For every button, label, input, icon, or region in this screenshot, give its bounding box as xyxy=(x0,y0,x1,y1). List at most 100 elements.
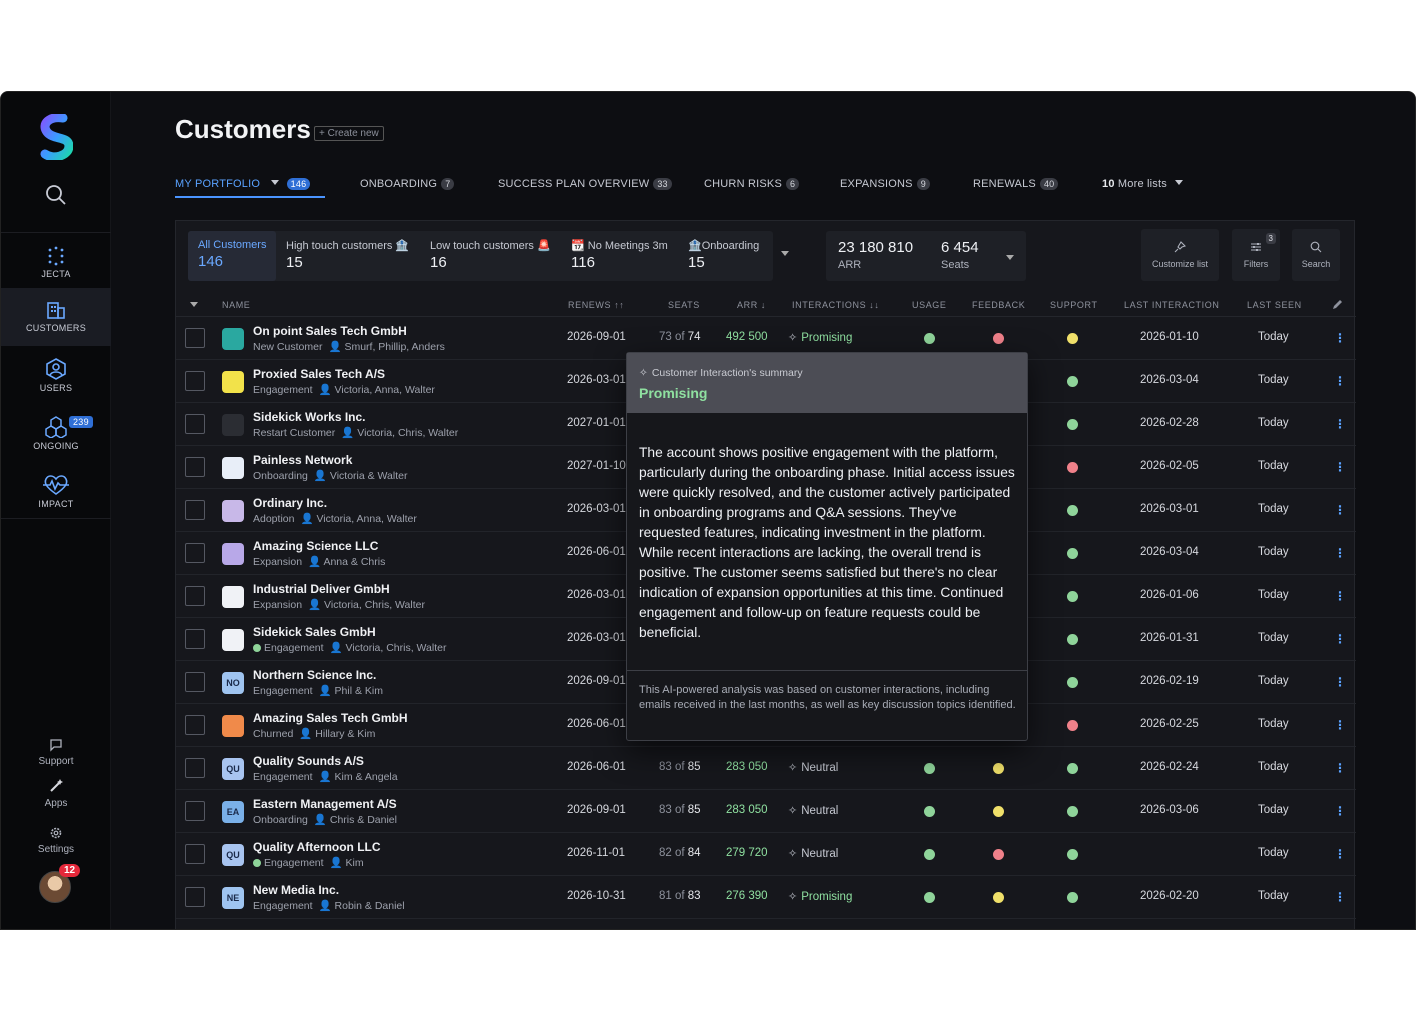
company-name[interactable]: Amazing Science LLC xyxy=(253,539,378,553)
kpi-summary[interactable]: 23 180 810 ARR 6 454 Seats xyxy=(826,231,1026,281)
tab-onboarding[interactable]: ONBOARDING 7 xyxy=(360,178,455,190)
support-status-dot xyxy=(1067,892,1078,903)
nav-impact[interactable]: IMPACT xyxy=(1,464,111,520)
company-name[interactable]: Quality Afternoon LLC xyxy=(253,840,381,854)
company-stage: New Customer xyxy=(253,341,323,353)
row-menu-icon[interactable]: ⋮ xyxy=(1334,460,1346,474)
company-name[interactable]: Sidekick Works Inc. xyxy=(253,410,366,424)
company-name[interactable]: Proxied Sales Tech A/S xyxy=(253,367,385,381)
company-name[interactable]: Quality Sounds A/S xyxy=(253,754,364,768)
search-icon[interactable] xyxy=(45,184,67,206)
interaction-status[interactable]: ✧ Neutral xyxy=(788,804,838,817)
row-menu-icon[interactable]: ⋮ xyxy=(1334,804,1346,818)
table-row[interactable]: EA Eastern Management A/S Onboarding 👤 Chri… xyxy=(176,790,1356,833)
row-menu-icon[interactable]: ⋮ xyxy=(1334,761,1346,775)
row-menu-icon[interactable]: ⋮ xyxy=(1334,546,1346,560)
column-seats[interactable]: SEATS xyxy=(668,300,700,310)
customize-list-button[interactable]: Customize list xyxy=(1141,229,1219,281)
interaction-label: Neutral xyxy=(801,848,839,860)
nav-ongoing[interactable]: ONGOING 239 xyxy=(1,406,111,462)
row-checkbox[interactable] xyxy=(185,328,205,348)
nav-jecta[interactable]: JECTA xyxy=(1,236,111,292)
segment-onboarding[interactable]: 🏦Onboarding 15 xyxy=(678,231,769,281)
create-new-button[interactable]: + Create new xyxy=(314,126,384,141)
company-name[interactable]: Industrial Deliver GmbH xyxy=(253,582,390,596)
tab-renewals[interactable]: RENEWALS 40 xyxy=(973,178,1059,190)
row-checkbox[interactable] xyxy=(185,414,205,434)
pencil-icon[interactable] xyxy=(1332,299,1343,310)
table-row[interactable]: QU Quality Sounds A/S Engagement 👤 Kim & An… xyxy=(176,747,1356,790)
row-checkbox[interactable] xyxy=(185,887,205,907)
row-checkbox[interactable] xyxy=(185,629,205,649)
nav-customers[interactable]: CUSTOMERS xyxy=(1,288,111,346)
row-checkbox[interactable] xyxy=(185,371,205,391)
app-logo-icon[interactable] xyxy=(39,114,73,160)
row-menu-icon[interactable]: ⋮ xyxy=(1334,675,1346,689)
column-last-interaction[interactable]: LAST INTERACTION xyxy=(1124,300,1219,310)
row-menu-icon[interactable]: ⋮ xyxy=(1334,718,1346,732)
filters-button[interactable]: Filters 3 xyxy=(1232,229,1280,281)
row-menu-icon[interactable]: ⋮ xyxy=(1334,847,1346,861)
tab-expansions[interactable]: EXPANSIONS 9 xyxy=(840,178,930,190)
company-name[interactable]: Amazing Sales Tech GmbH xyxy=(253,711,407,725)
row-menu-icon[interactable]: ⋮ xyxy=(1334,374,1346,388)
company-name[interactable]: Northern Science Inc. xyxy=(253,668,376,682)
row-checkbox[interactable] xyxy=(185,586,205,606)
nav-support[interactable]: Support xyxy=(1,738,111,767)
company-owners: Smurf, Phillip, Anders xyxy=(344,341,445,353)
chevron-down-icon[interactable] xyxy=(271,180,280,185)
column-support[interactable]: SUPPORT xyxy=(1050,300,1098,310)
feedback-status-dot xyxy=(993,806,1004,817)
row-menu-icon[interactable]: ⋮ xyxy=(1334,589,1346,603)
row-checkbox[interactable] xyxy=(185,672,205,692)
nav-users[interactable]: USERS xyxy=(1,348,111,404)
interaction-status[interactable]: ✧ Promising xyxy=(788,331,852,344)
row-menu-icon[interactable]: ⋮ xyxy=(1334,503,1346,517)
magic-wand-icon xyxy=(50,779,63,792)
column-feedback[interactable]: FEEDBACK xyxy=(972,300,1025,310)
row-checkbox[interactable] xyxy=(185,844,205,864)
row-checkbox[interactable] xyxy=(185,801,205,821)
table-row[interactable]: NE New Media Inc. Engagement 👤 Robin & Dani… xyxy=(176,876,1356,919)
column-name[interactable]: NAME xyxy=(222,300,250,310)
company-name[interactable]: New Media Inc. xyxy=(253,883,339,897)
company-name[interactable]: On point Sales Tech GmbH xyxy=(253,324,407,338)
column-usage[interactable]: USAGE xyxy=(912,300,947,310)
company-name[interactable]: Painless Network xyxy=(253,453,352,467)
nav-settings[interactable]: Settings xyxy=(1,826,111,855)
interaction-status[interactable]: ✧ Neutral xyxy=(788,847,838,860)
interaction-status[interactable]: ✧ Neutral xyxy=(788,761,838,774)
column-renews[interactable]: RENEWS ↑↑ xyxy=(568,300,624,310)
table-row[interactable]: QU Quality Afternoon LLC Engagement 👤 Kim 20… xyxy=(176,833,1356,876)
row-checkbox[interactable] xyxy=(185,500,205,520)
column-last-seen[interactable]: LAST SEEN xyxy=(1247,300,1302,310)
search-button[interactable]: Search xyxy=(1292,229,1340,281)
more-lists-dropdown[interactable]: 10 More lists xyxy=(1102,178,1184,190)
row-menu-icon[interactable]: ⋮ xyxy=(1334,632,1346,646)
nav-apps[interactable]: Apps xyxy=(1,778,111,809)
segment-high-touch[interactable]: High touch customers 🏦 15 xyxy=(276,231,419,281)
segment-all-customers[interactable]: All Customers 146 xyxy=(188,231,276,281)
tab-churn-risks[interactable]: CHURN RISKS 6 xyxy=(704,178,800,190)
seats-total: 85 xyxy=(687,804,701,816)
company-name[interactable]: Ordinary Inc. xyxy=(253,496,327,510)
segment-no-meetings[interactable]: 📆 No Meetings 3m 116 xyxy=(561,231,678,281)
company-name[interactable]: Sidekick Sales GmbH xyxy=(253,625,376,639)
row-menu-icon[interactable]: ⋮ xyxy=(1334,890,1346,904)
select-all-dropdown-icon[interactable] xyxy=(190,302,198,307)
column-arr[interactable]: ARR ↓ xyxy=(737,300,766,310)
segments-dropdown-icon[interactable] xyxy=(781,251,789,256)
row-checkbox[interactable] xyxy=(185,758,205,778)
row-menu-icon[interactable]: ⋮ xyxy=(1334,417,1346,431)
interaction-status[interactable]: ✧ Promising xyxy=(788,890,852,903)
seats-used: 83 xyxy=(659,761,672,773)
tab-success-plan-overview[interactable]: SUCCESS PLAN OVERVIEW 33 xyxy=(498,178,672,190)
row-checkbox[interactable] xyxy=(185,457,205,477)
row-checkbox[interactable] xyxy=(185,715,205,735)
column-interactions[interactable]: INTERACTIONS ↓↓ xyxy=(792,300,880,310)
row-menu-icon[interactable]: ⋮ xyxy=(1334,331,1346,345)
row-checkbox[interactable] xyxy=(185,543,205,563)
tab-my-portfolio[interactable]: MY PORTFOLIO 146 xyxy=(175,178,311,190)
segment-low-touch[interactable]: Low touch customers 🚨 16 xyxy=(420,231,561,281)
company-name[interactable]: Eastern Management A/S xyxy=(253,797,397,811)
